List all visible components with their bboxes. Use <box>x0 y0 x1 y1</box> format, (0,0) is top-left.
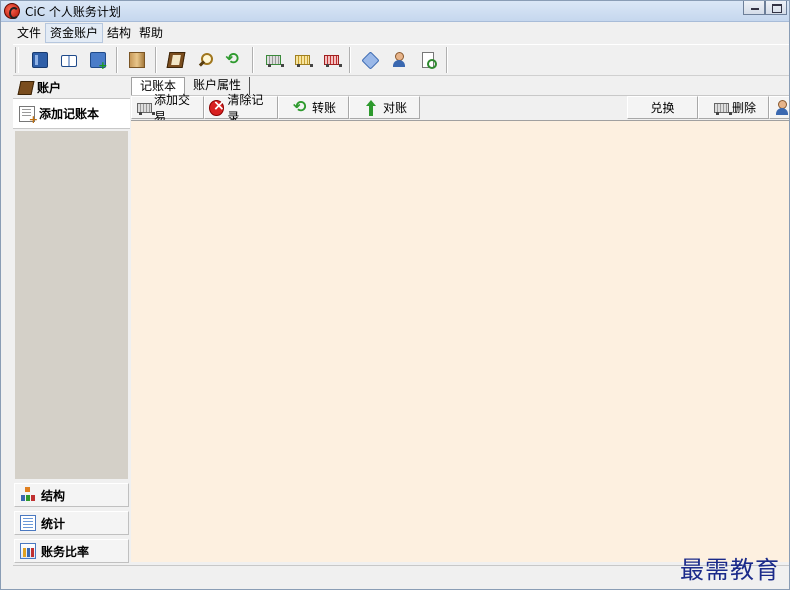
sidebar-item-label: 统计 <box>41 516 66 531</box>
watermark: 最需教育 <box>680 556 780 584</box>
cart-green-icon <box>265 52 284 68</box>
clear-icon <box>209 98 225 116</box>
sidebar: 账户 添加记账本 结构 统计 账务比率 <box>13 77 130 565</box>
transfer-label: 转账 <box>312 101 337 115</box>
user-icon <box>774 99 788 116</box>
toolbar-doc-search-button[interactable] <box>413 46 442 74</box>
arrow-up-icon <box>364 99 380 116</box>
book-icon <box>31 52 48 68</box>
toolbar-separator <box>349 47 351 73</box>
clear-records-button[interactable]: 清除记录 <box>204 93 278 124</box>
magnify-icon <box>197 52 213 68</box>
sidebar-item-add-ledger[interactable]: 添加记账本 <box>13 99 130 129</box>
add-ledger-icon <box>19 105 38 126</box>
toolbar-search-button[interactable] <box>190 46 219 74</box>
toolbar-refresh-button[interactable] <box>219 46 248 74</box>
column-icon <box>128 52 145 68</box>
open-book-icon <box>60 55 77 67</box>
reconcile-label: 对账 <box>383 101 408 115</box>
action-bar: 添加交易 清除记录 转账 对账 兑换 删除 <box>131 93 789 124</box>
toolbar-user-button[interactable] <box>384 46 413 74</box>
toolbar-tag-button[interactable] <box>355 46 384 74</box>
action-bar-spacer <box>420 96 627 119</box>
add-transaction-button[interactable]: 添加交易 <box>131 93 204 124</box>
toolbar-separator <box>155 47 157 73</box>
toolbar-column-button[interactable] <box>122 46 151 74</box>
toolbar-cart-green-button[interactable] <box>258 46 287 74</box>
delete-label: 删除 <box>732 101 757 115</box>
menu-structure[interactable]: 结构 <box>103 23 135 43</box>
toolbar-book-button[interactable] <box>25 46 54 74</box>
exchange-button[interactable]: 兑换 <box>627 96 698 119</box>
cart-icon <box>713 100 732 116</box>
sidebar-item-label: 添加记账本 <box>39 107 100 121</box>
toolbar-separator <box>116 47 118 73</box>
sidebar-panel <box>15 131 128 479</box>
transfer-button[interactable]: 转账 <box>278 96 349 119</box>
toolbar-cart-red-button[interactable] <box>316 46 345 74</box>
menu-bar: 文件 资金账户 结构 帮助 <box>13 23 167 43</box>
ledger-icon <box>166 52 185 68</box>
menu-help[interactable]: 帮助 <box>135 23 167 43</box>
cart-icon <box>136 100 155 116</box>
toolbar-separator <box>446 47 448 73</box>
book-add-icon <box>89 52 108 72</box>
reconcile-button[interactable]: 对账 <box>349 96 420 119</box>
more-button[interactable] <box>769 96 789 119</box>
cycle-icon <box>293 97 309 116</box>
menu-accounts[interactable]: 资金账户 <box>45 23 104 43</box>
toolbar-cart-gold-button[interactable] <box>287 46 316 74</box>
doc-search-icon <box>420 52 437 69</box>
toolbar-grip[interactable] <box>15 47 19 73</box>
ratio-chart-icon <box>20 543 36 559</box>
ledger-content-area[interactable] <box>131 120 789 562</box>
sidebar-header[interactable]: 账户 <box>13 77 130 99</box>
toolbar-add-book-button[interactable] <box>83 46 112 74</box>
sidebar-item-ratio[interactable]: 账务比率 <box>14 539 129 563</box>
status-bar <box>13 565 789 585</box>
wallet-icon <box>17 80 35 95</box>
tag-icon <box>362 52 378 68</box>
menu-file[interactable]: 文件 <box>13 23 45 43</box>
delete-button[interactable]: 删除 <box>698 96 769 119</box>
toolbar-open-book-button[interactable] <box>54 46 83 74</box>
toolbar-separator <box>252 47 254 73</box>
title-bar: CiC 个人账务计划 <box>1 1 789 22</box>
window-title: CiC 个人账务计划 <box>25 5 121 19</box>
sidebar-item-structure[interactable]: 结构 <box>14 483 129 507</box>
exchange-label: 兑换 <box>650 101 675 115</box>
toolbar-ledger-button[interactable] <box>161 46 190 74</box>
cart-red-icon <box>323 52 342 68</box>
sidebar-item-label: 结构 <box>41 488 66 503</box>
user-icon <box>391 52 407 68</box>
toolbar <box>13 44 789 76</box>
maximize-button[interactable] <box>765 1 787 15</box>
minimize-button[interactable] <box>743 1 765 15</box>
statistics-icon <box>20 515 36 531</box>
window-controls <box>743 1 787 15</box>
cycle-icon <box>226 49 242 68</box>
app-logo-icon <box>4 3 20 19</box>
sidebar-item-statistics[interactable]: 统计 <box>14 511 129 535</box>
app-window: CiC 个人账务计划 文件 资金账户 结构 帮助 账 <box>0 0 790 590</box>
cart-gold-icon <box>294 52 313 68</box>
org-chart-icon <box>20 487 36 503</box>
sidebar-header-label: 账户 <box>37 80 62 95</box>
sidebar-item-label: 账务比率 <box>41 544 90 559</box>
